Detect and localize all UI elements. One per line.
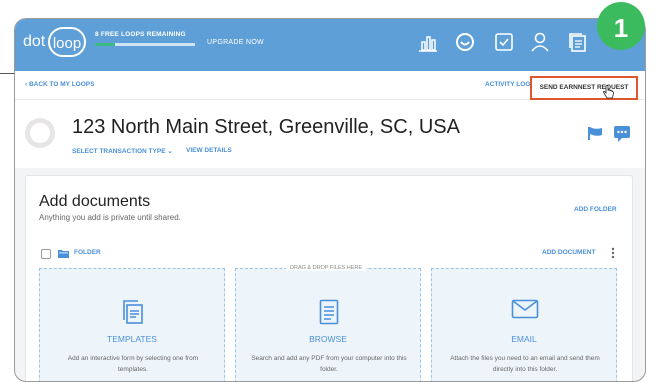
chat-icon[interactable] <box>613 125 631 142</box>
add-folder-button[interactable]: ADD FOLDER <box>574 206 617 213</box>
browse-panel[interactable]: BROWSE Search and add any PDF from your … <box>235 268 421 381</box>
step-number-badge: 1 <box>597 2 645 50</box>
callout-line <box>0 73 14 74</box>
add-document-button[interactable]: ADD DOCUMENT <box>542 249 595 256</box>
email-description: Attach the files you need to an email an… <box>450 355 600 373</box>
free-loops-progress-bar <box>95 43 195 46</box>
app-window: dot loop 8 FREE LOOPS REMAINING UPGRADE … <box>14 18 646 382</box>
email-envelope-icon <box>511 299 539 319</box>
folder-checkbox[interactable] <box>41 249 51 259</box>
templates-label: TEMPLATES <box>107 334 157 344</box>
loop-sub-bar: ‹ BACK TO MY LOOPS ACTIVITY LOG SEND EAR… <box>15 71 645 100</box>
loop-avatar <box>25 118 55 148</box>
add-documents-subtitle: Anything you add is private until shared… <box>39 213 181 222</box>
logo-dot-text: dot <box>23 33 46 50</box>
add-documents-card: Add documents Anything you add is privat… <box>25 175 633 381</box>
browse-document-icon <box>319 299 339 325</box>
more-options-icon[interactable] <box>611 247 615 259</box>
select-transaction-type-dropdown[interactable]: SELECT TRANSACTION TYPE ⌄ <box>72 147 173 155</box>
checkbox-icon[interactable] <box>493 31 515 53</box>
folder-label[interactable]: FOLDER <box>74 249 101 256</box>
folder-icon <box>58 250 69 258</box>
logo-loop-text[interactable]: loop <box>48 27 86 57</box>
chart-icon[interactable] <box>417 31 439 53</box>
free-loops-remaining: 8 FREE LOOPS REMAINING <box>95 31 186 38</box>
browse-label: BROWSE <box>309 334 347 344</box>
send-earnest-request-button[interactable]: SEND EARNNEST REQUEST <box>530 76 638 100</box>
templates-panel[interactable]: TEMPLATES Add an interactive form by sel… <box>39 268 225 381</box>
upgrade-now-link[interactable]: UPGRADE NOW <box>207 39 264 46</box>
page-title: 123 North Main Street, Greenville, SC, U… <box>72 116 460 138</box>
hand-cursor-icon <box>603 85 614 99</box>
email-panel[interactable]: EMAIL Attach the files you need to an em… <box>431 268 617 381</box>
free-loops-progress-fill <box>95 43 115 46</box>
smiley-icon[interactable] <box>454 31 476 53</box>
flag-icon[interactable] <box>587 126 603 140</box>
top-nav-bar: dot loop 8 FREE LOOPS REMAINING UPGRADE … <box>15 19 645 71</box>
documents-icon[interactable] <box>567 31 589 53</box>
activity-log-link[interactable]: ACTIVITY LOG <box>485 81 530 88</box>
browse-description: Search and add any PDF from your compute… <box>251 355 407 373</box>
templates-icon <box>123 300 143 324</box>
loop-header: 123 North Main Street, Greenville, SC, U… <box>15 100 645 168</box>
templates-description: Add an interactive form by selecting one… <box>67 355 199 373</box>
user-icon[interactable] <box>529 31 551 53</box>
back-to-my-loops-link[interactable]: ‹ BACK TO MY LOOPS <box>25 81 94 88</box>
drag-drop-hint: DRAG & DROP FILES HERE <box>286 265 367 271</box>
view-details-link[interactable]: VIEW DETAILS <box>186 147 232 154</box>
add-documents-title: Add documents <box>39 193 151 210</box>
email-label: EMAIL <box>511 334 537 344</box>
